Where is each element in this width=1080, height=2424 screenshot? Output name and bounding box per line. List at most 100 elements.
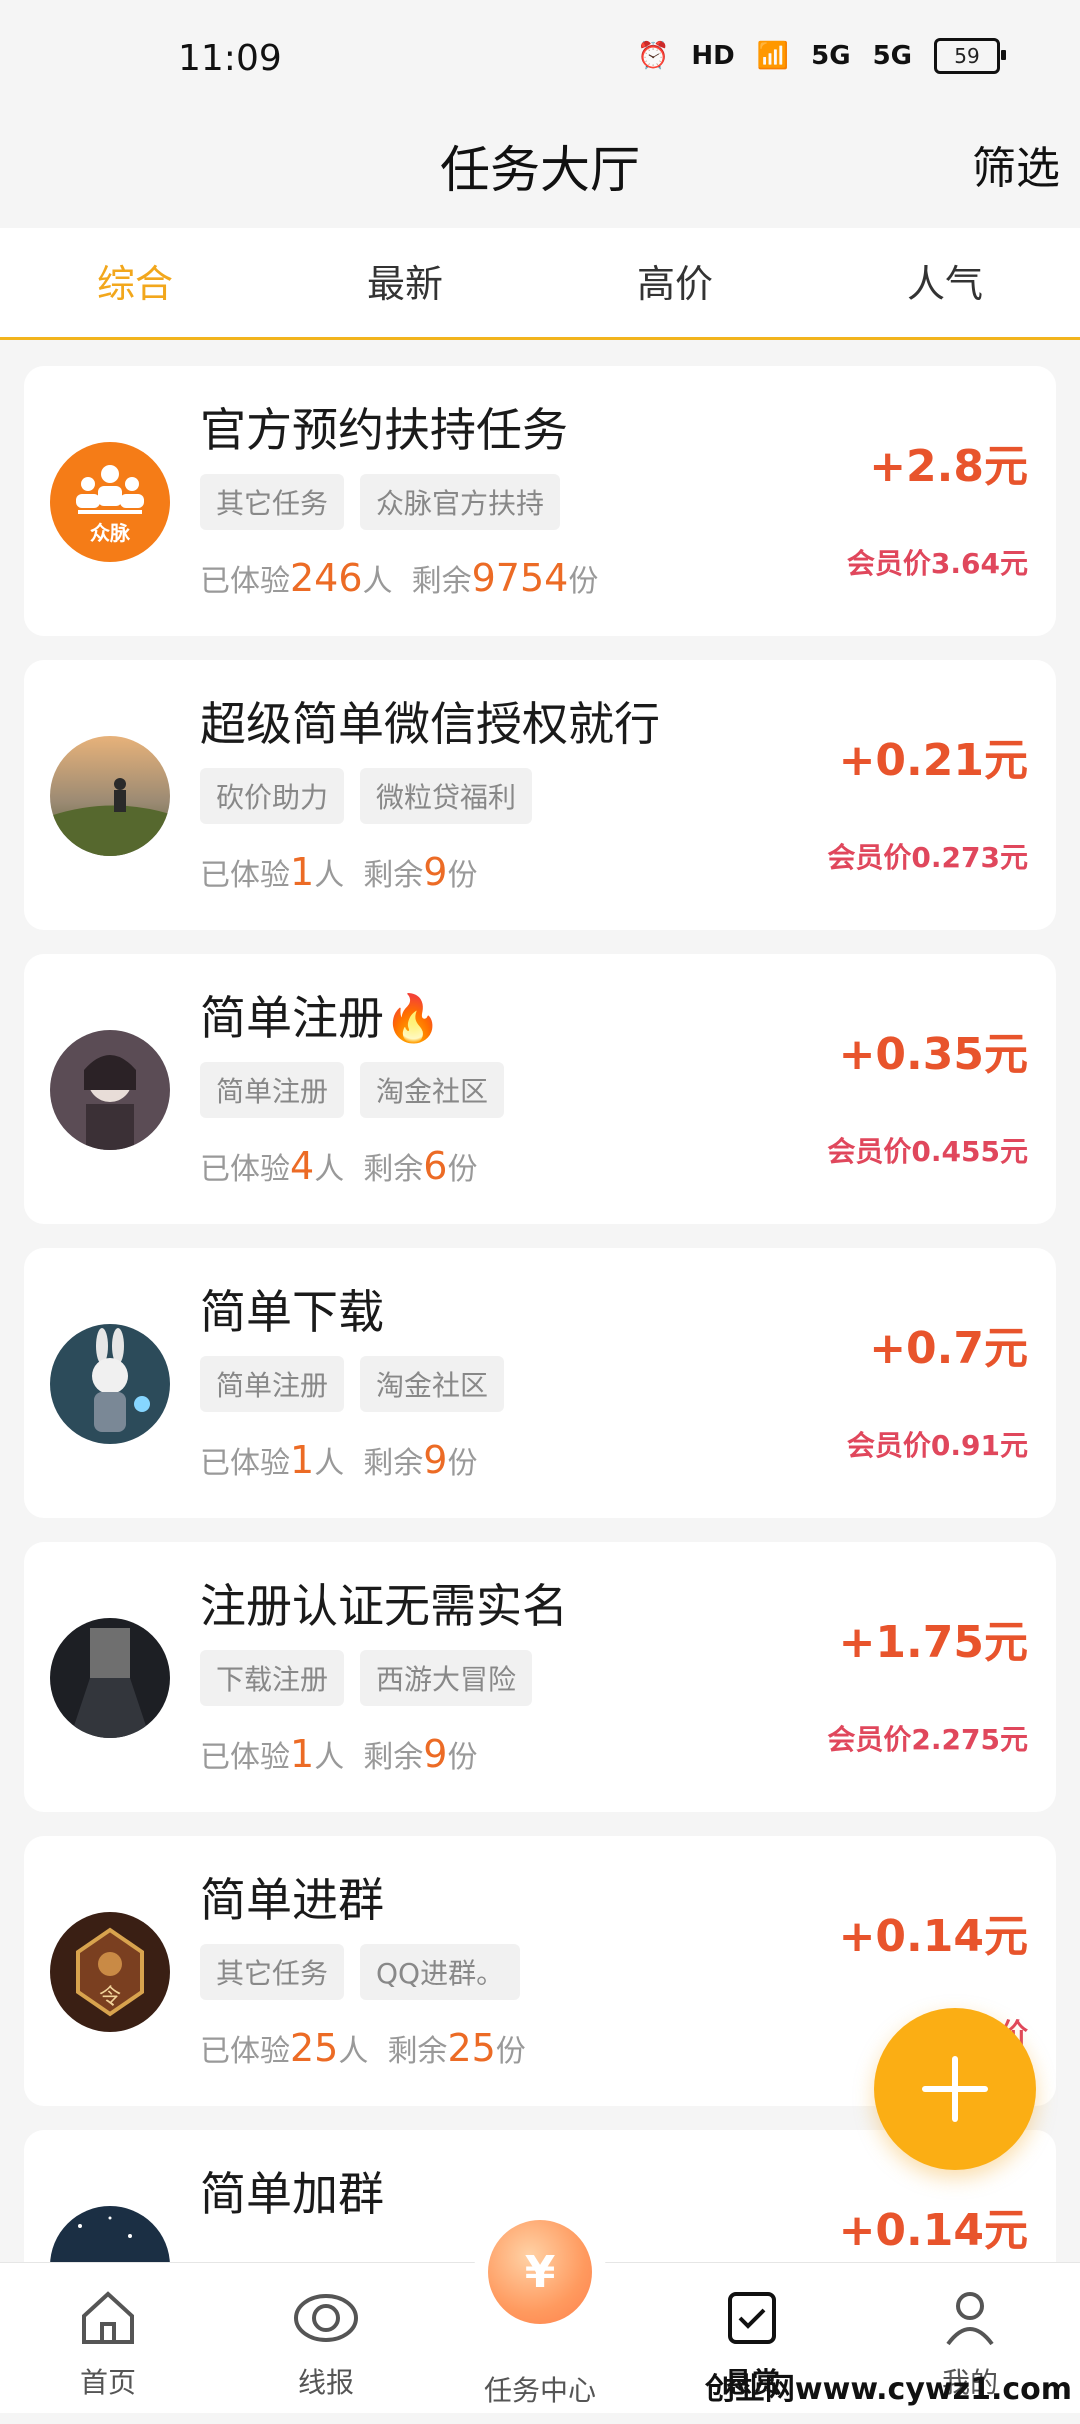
task-tags: 砍价助力 微粒贷福利 [200, 768, 533, 824]
status-time: 11:09 [178, 38, 282, 79]
task-price: +0.21元 [838, 735, 1028, 786]
experienced-count: 1 [290, 1438, 315, 1482]
task-price: +0.7元 [869, 1323, 1028, 1374]
task-tag: 其它任务 [200, 1944, 345, 2000]
tab-bar: 综合 最新 高价 人气 [0, 228, 1080, 340]
remaining-unit: 份 [447, 1152, 478, 1187]
avatar [50, 736, 170, 856]
status-icons: ⏰ HD 📶 5G 5G 59 [637, 38, 1006, 74]
experienced-label: 已体验 [200, 1446, 290, 1481]
task-card[interactable]: 超级简单微信授权就行 砍价助力 微粒贷福利 已体验1人 剩余9份 +0.21元 … [24, 660, 1056, 930]
task-title: 官方预约扶持任务 [200, 403, 568, 457]
task-stats: 已体验25人 剩余25份 [200, 2026, 526, 2070]
remaining-label: 剩余 [363, 858, 424, 893]
home-icon [28, 2283, 188, 2353]
eye-icon [246, 2283, 406, 2353]
task-title: 简单加群 [200, 2167, 384, 2221]
remaining-label: 剩余 [363, 1446, 424, 1481]
experienced-label: 已体验 [200, 564, 290, 599]
nav-home-label: 首页 [79, 2366, 136, 2399]
header: 任务大厅 筛选 [0, 120, 1080, 228]
remaining-count: 6 [423, 1144, 448, 1188]
hd-icon: HD [691, 41, 735, 71]
watermark: 创业网www.cywz1.com [704, 2372, 1072, 2407]
experienced-label: 已体验 [200, 1152, 290, 1187]
nav-home[interactable]: 首页 [28, 2283, 188, 2401]
task-tag: 淘金社区 [360, 1062, 505, 1118]
people-group-icon: 众脉 [76, 465, 144, 545]
avatar: 众脉 [50, 442, 170, 562]
add-task-button[interactable] [874, 2008, 1036, 2170]
landscape-runner-image [50, 736, 170, 856]
remaining-count: 9 [423, 1438, 448, 1482]
remaining-label: 剩余 [411, 564, 472, 599]
task-tags: 其它任务 众脉官方扶持 [200, 474, 561, 530]
member-price: 会员价0.455元 [827, 1135, 1028, 1168]
experienced-count: 25 [290, 2026, 339, 2070]
task-card[interactable]: 众脉 官方预约扶持任务 其它任务 众脉官方扶持 已体验246人 剩余9754份 … [24, 366, 1056, 636]
remaining-unit: 份 [495, 2034, 526, 2069]
task-card[interactable]: 简单下载 简单注册 淘金社区 已体验1人 剩余9份 +0.7元 会员价0.91元 [24, 1248, 1056, 1518]
tab-comprehensive[interactable]: 综合 [0, 228, 270, 337]
task-card[interactable]: 简单注册🔥 简单注册 淘金社区 已体验4人 剩余6份 +0.35元 会员价0.4… [24, 954, 1056, 1224]
filter-button[interactable]: 筛选 [972, 132, 1060, 196]
task-title: 简单下载 [200, 1285, 384, 1339]
task-tag: QQ进群。 [360, 1944, 521, 2000]
avatar [50, 1618, 170, 1738]
wifi-icon: 📶 [756, 41, 790, 71]
remaining-count: 25 [447, 2026, 496, 2070]
dark-character-image [50, 1618, 170, 1738]
nav-task-center-label: 任务中心 [483, 2374, 596, 2407]
tab-high-price[interactable]: 高价 [540, 228, 810, 337]
people-unit: 人 [314, 1152, 345, 1187]
member-price: 会员价3.64元 [846, 547, 1028, 580]
task-price: +0.14元 [838, 1911, 1028, 1962]
task-tag: 西游大冒险 [360, 1650, 533, 1706]
remaining-count: 9 [423, 1732, 448, 1776]
signal-icon-b: 5G [872, 41, 912, 71]
experienced-label: 已体验 [200, 2034, 290, 2069]
remaining-count: 9 [423, 850, 448, 894]
tab-popular[interactable]: 人气 [810, 228, 1080, 337]
nav-news-label: 线报 [297, 2366, 354, 2399]
task-tag: 微粒贷福利 [360, 768, 533, 824]
task-stats: 已体验1人 剩余9份 [200, 850, 477, 894]
remaining-label: 剩余 [363, 1740, 424, 1775]
checkbox-icon [672, 2283, 832, 2353]
experienced-label: 已体验 [200, 858, 290, 893]
people-unit: 人 [314, 1740, 345, 1775]
task-tag: 其它任务 [200, 474, 345, 530]
task-card[interactable]: 注册认证无需实名 下载注册 西游大冒险 已体验1人 剩余9份 +1.75元 会员… [24, 1542, 1056, 1812]
tab-latest[interactable]: 最新 [270, 228, 540, 337]
user-icon [890, 2283, 1050, 2353]
nav-news[interactable]: 线报 [246, 2283, 406, 2401]
task-title: 简单注册🔥 [200, 991, 442, 1045]
avatar: 令 [50, 1912, 170, 2032]
signal-icon-a: 5G [811, 41, 851, 71]
task-tags: 其它任务 QQ进群。 [200, 1944, 521, 2000]
task-tag: 下载注册 [200, 1650, 345, 1706]
member-price: 会员价0.273元 [827, 841, 1028, 874]
battery-icon: 59 [934, 38, 1006, 74]
task-tag: 砍价助力 [200, 768, 345, 824]
task-tag: 淘金社区 [360, 1356, 505, 1412]
member-price: 会员价0.91元 [846, 1429, 1028, 1462]
remaining-label: 剩余 [387, 2034, 448, 2069]
people-unit: 人 [338, 2034, 369, 2069]
remaining-unit: 份 [568, 564, 599, 599]
task-stats: 已体验1人 剩余9份 [200, 1732, 477, 1776]
member-price: 会员价2.275元 [827, 1723, 1028, 1756]
task-tags: 简单注册 淘金社区 [200, 1062, 505, 1118]
task-tag: 众脉官方扶持 [360, 474, 561, 530]
task-price: +0.14元 [838, 2205, 1028, 2256]
experienced-count: 1 [290, 1732, 315, 1776]
people-unit: 人 [314, 858, 345, 893]
page-title: 任务大厅 [440, 141, 640, 199]
avatar-label: 众脉 [90, 521, 131, 545]
experienced-label: 已体验 [200, 1740, 290, 1775]
task-center-button[interactable]: ¥ [480, 2212, 600, 2332]
avatar [50, 1030, 170, 1150]
people-unit: 人 [362, 564, 393, 599]
task-tag: 简单注册 [200, 1062, 345, 1118]
task-stats: 已体验1人 剩余9份 [200, 1438, 477, 1482]
